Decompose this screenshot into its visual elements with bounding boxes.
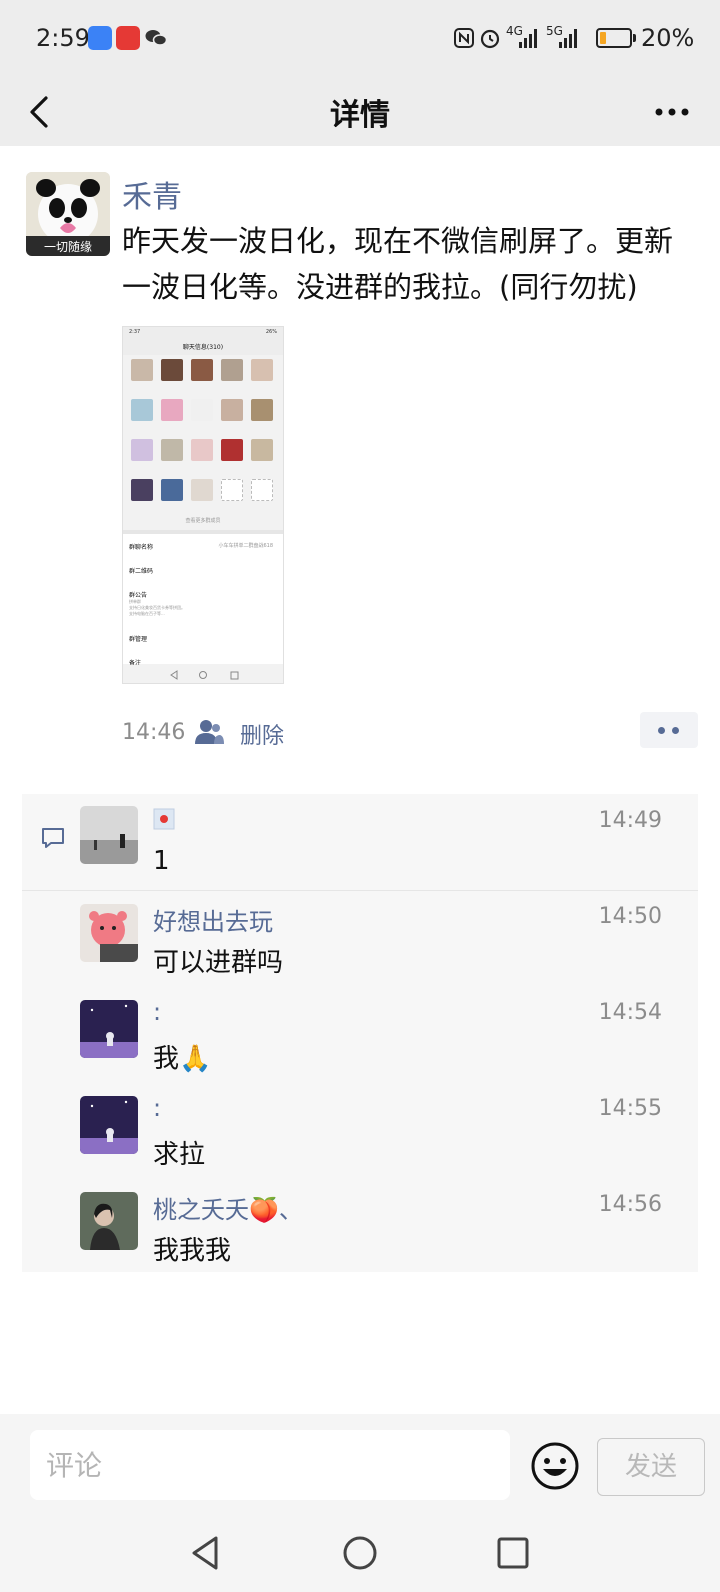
member-thumbnail (131, 399, 153, 421)
image-setting-value: 小车车拼单二群盘战618 (218, 543, 273, 549)
status-time: 2:59 (36, 24, 90, 52)
post-image[interactable]: 2:37 26% 聊天信息(310) 查看更多群成员 群聊名称 小车车拼单二群盘战… (122, 326, 284, 684)
pink-bear-avatar-image (80, 904, 138, 962)
dot-icon (672, 727, 679, 734)
post-actions-button[interactable] (640, 712, 698, 748)
portrait-avatar-image (80, 1192, 138, 1250)
image-title-bar: 聊天信息(310) (123, 339, 283, 355)
member-thumbnail (161, 399, 183, 421)
comment-text: 求拉 (153, 1140, 206, 1170)
member-thumbnail (251, 399, 273, 421)
member-thumbnail (251, 359, 273, 381)
image-status-battery: 26% (265, 329, 277, 335)
comment-time: 14:56 (598, 1192, 662, 1217)
more-horizontal-icon[interactable] (652, 100, 692, 124)
post-author-avatar[interactable]: 一切随缘 (26, 172, 110, 256)
battery-icon (596, 28, 632, 48)
comment-text: 可以进群吗 (153, 948, 284, 978)
member-thumbnail (161, 359, 183, 381)
image-system-nav-icons (170, 670, 239, 680)
member-thumbnail (251, 439, 273, 461)
send-button[interactable]: 发送 (597, 1438, 705, 1496)
comment-time: 14:54 (598, 1000, 662, 1025)
commenter-name[interactable]: : (153, 1094, 161, 1122)
commenter-name[interactable]: 好想出去玩 (153, 902, 273, 937)
comment-text: 1 (153, 846, 170, 876)
gallery-avatar-image (80, 806, 138, 864)
comment-input[interactable] (30, 1430, 510, 1500)
comment-text: 我我我 (153, 1236, 232, 1266)
battery-level-fill (600, 32, 606, 44)
image-nav-bar (123, 665, 283, 683)
system-recents-icon[interactable] (490, 1530, 536, 1576)
image-setting-label: 群聊名称 (129, 544, 154, 551)
night-sky-avatar-image (80, 1096, 138, 1154)
emoji-icon[interactable] (530, 1441, 580, 1491)
post-author-name[interactable]: 禾青 (122, 172, 182, 216)
commenter-avatar[interactable] (80, 1000, 138, 1058)
battery-percent: 20% (641, 24, 695, 52)
member-thumbnail (191, 479, 213, 501)
post-time: 14:46 (122, 720, 186, 745)
comment-time: 14:55 (598, 1096, 662, 1121)
member-thumbnail (161, 479, 183, 501)
commenter-badge-icon (153, 808, 175, 830)
image-title: 聊天信息(310) (182, 344, 224, 351)
status-bar: 2:59 4G 5G 20% (0, 0, 720, 78)
comment-time: 14:50 (598, 904, 662, 929)
commenter-avatar[interactable] (80, 1192, 138, 1250)
member-thumbnail (161, 439, 183, 461)
wechat-icon (145, 30, 168, 46)
system-home-icon[interactable] (337, 1530, 383, 1576)
comments-divider (22, 890, 698, 891)
battery-tip (633, 34, 636, 42)
image-settings-rows: 群聊名称 小车车拼单二群盘战618 群二维码群公告 拼单群 支持日化美妆百货卡券等拼团… (123, 534, 283, 667)
member-thumbnail (251, 479, 273, 501)
commenter-avatar[interactable] (80, 1096, 138, 1154)
commenter-name[interactable]: : (153, 998, 161, 1026)
dot-icon (658, 727, 665, 734)
member-thumbnail (191, 399, 213, 421)
post-text: 昨天发一波日化，现在不微信刷屏了。更新一波日化等。没进群的我拉。(同行勿扰) (122, 224, 674, 304)
nav-bar: 详情 (0, 78, 720, 146)
friends-visibility-icon (195, 720, 224, 744)
member-thumbnail (131, 479, 153, 501)
member-thumbnail (221, 359, 243, 381)
image-setting-label: 群公告 (129, 592, 148, 599)
member-thumbnail (221, 479, 243, 501)
member-thumbnail (131, 359, 153, 381)
signal-5g-icon (559, 29, 577, 48)
image-view-more: 查看更多群成员 (185, 518, 221, 524)
delete-post-link[interactable]: 删除 (240, 718, 284, 750)
member-thumbnail (131, 439, 153, 461)
avatar-caption: 一切随缘 (43, 240, 92, 254)
image-status-bar: 2:37 26% (123, 327, 283, 339)
page-title: 详情 (330, 98, 390, 133)
image-status-time: 2:37 (129, 329, 141, 335)
comment-time: 14:49 (598, 808, 662, 833)
commenter-avatar[interactable] (80, 904, 138, 962)
image-setting-label: 群二维码 (129, 568, 154, 575)
member-thumbnail (191, 439, 213, 461)
app-notification-icon (88, 26, 112, 50)
signal-4g-icon (519, 29, 537, 48)
member-thumbnail (221, 399, 243, 421)
commenter-name[interactable]: 桃之夭夭🍑、 (153, 1190, 303, 1225)
nfc-icon (454, 28, 474, 48)
member-thumbnail (191, 359, 213, 381)
image-setting-value: 拼单群 支持日化美妆百货卡券等拼团。 支持电脑在百子等... (129, 599, 185, 616)
image-member-grid (129, 359, 279, 519)
comment-text: 我🙏 (153, 1044, 212, 1074)
alarm-app-icon (116, 26, 140, 50)
image-setting-label: 群管理 (129, 636, 148, 643)
system-back-icon[interactable] (184, 1530, 230, 1576)
alarm-icon (480, 29, 500, 49)
commenter-avatar[interactable] (80, 806, 138, 864)
comment-icon (42, 828, 64, 848)
night-sky-avatar-image (80, 1000, 138, 1058)
member-thumbnail (221, 439, 243, 461)
